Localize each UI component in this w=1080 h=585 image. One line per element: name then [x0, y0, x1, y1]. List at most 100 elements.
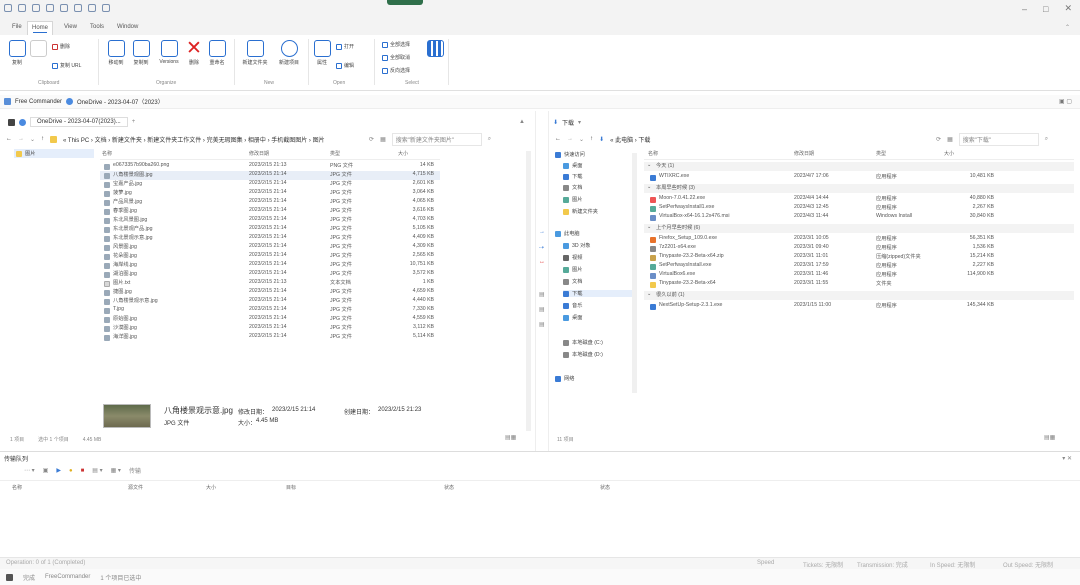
menu-tools[interactable]: Tools: [90, 24, 104, 30]
group-header[interactable]: ⌄ 本周早些时候 (3): [644, 184, 1074, 193]
col-date[interactable]: 修改日期: [249, 150, 269, 157]
tree-item[interactable]: 桌面: [563, 162, 582, 169]
partial-select-button[interactable]: [426, 40, 444, 59]
view-options-icon[interactable]: ▦: [947, 136, 953, 143]
right-tree-scrollbar[interactable]: [632, 153, 637, 393]
tree-item[interactable]: 快速访问: [555, 151, 585, 158]
menu-home[interactable]: Home: [27, 21, 53, 35]
right-breadcrumb[interactable]: « 此电脑 › 下载: [610, 135, 930, 144]
open-button[interactable]: 打开: [336, 43, 354, 50]
tree-item[interactable]: 此电脑: [555, 230, 580, 237]
versions-button[interactable]: Versions: [156, 40, 182, 65]
paste-icon[interactable]: [46, 4, 54, 12]
copy-right-icon[interactable]: →: [539, 229, 545, 235]
queue-col-progress[interactable]: 状态: [600, 484, 610, 491]
new-tab-icon[interactable]: +: [132, 119, 136, 125]
tree-item[interactable]: 下载: [563, 290, 635, 297]
details-view-icon[interactable]: ▤▦: [1044, 434, 1055, 441]
col-size[interactable]: 大小: [398, 150, 408, 157]
queue-options-icon[interactable]: ▤ ▾: [92, 467, 102, 474]
paste-button[interactable]: [30, 40, 47, 59]
table-row[interactable]: 海岸线.jpg 2023/2/15 21:14 JPG 文件 10,751 KB: [100, 261, 440, 270]
left-tab[interactable]: OneDrive - 2023-04-07(2023)...: [30, 117, 128, 127]
table-row[interactable]: Firefox_Setup_109.0.exe 2023/3/1 10:05 应用程…: [644, 235, 1074, 244]
table-row[interactable]: 东北景观示意.jpg 2023/2/15 21:14 JPG 文件 4,409 KB: [100, 234, 440, 243]
edit-button[interactable]: 编辑: [336, 62, 354, 69]
copy-button[interactable]: 复制: [6, 40, 28, 66]
col-size[interactable]: 大小: [944, 150, 954, 157]
table-row[interactable]: T.jpg 2023/2/15 21:14 JPG 文件 7,330 KB: [100, 306, 440, 315]
queue-col-status[interactable]: 状态: [444, 484, 454, 491]
table-row[interactable]: 东北景观产品.jpg 2023/2/15 21:14 JPG 文件 5,105 KB: [100, 225, 440, 234]
table-row[interactable]: 湖泊图.jpg 2023/2/15 21:14 JPG 文件 3,572 KB: [100, 270, 440, 279]
rename-button[interactable]: 重命名: [206, 40, 228, 66]
filter-icon[interactable]: ▤: [539, 321, 545, 328]
queue-close-icon[interactable]: ▾ ✕: [1062, 455, 1072, 462]
tree-item[interactable]: 音乐: [563, 302, 582, 309]
maximize-icon[interactable]: □: [1043, 4, 1048, 14]
queue-col-size[interactable]: 大小: [206, 484, 216, 491]
expand-icon[interactable]: ⌄: [647, 224, 651, 230]
refresh-icon[interactable]: ⟳: [936, 136, 941, 143]
table-row[interactable]: 东北风景图.jpg 2023/2/15 21:14 JPG 文件 4,703 KB: [100, 216, 440, 225]
new-icon[interactable]: [4, 4, 12, 12]
undo-icon[interactable]: [74, 4, 82, 12]
help-icon[interactable]: [102, 4, 110, 12]
tree-item[interactable]: 图片: [563, 266, 582, 273]
expand-icon[interactable]: ⌄: [647, 162, 651, 168]
queue-open-icon[interactable]: ▣: [43, 467, 49, 474]
table-row[interactable]: NextSetUp-Setup-2.3.1.exe 2023/1/15 11:00…: [644, 302, 1074, 311]
group-header[interactable]: ⌄ 今天 (1): [644, 162, 1074, 171]
view-options-icon[interactable]: ▦: [380, 136, 386, 143]
up-icon[interactable]: ↑: [590, 136, 593, 142]
table-row[interactable]: Tinypaste-23.2-Beta-x64.zip 2023/3/1 11:0…: [644, 253, 1074, 262]
left-breadcrumb[interactable]: « This PC › 文档 › 新建文件夹 › 新建文件夹工作文件 › 完美无…: [63, 135, 363, 144]
queue-col-name[interactable]: 名称: [12, 484, 22, 491]
back-icon[interactable]: ←: [555, 136, 561, 142]
queue-col-target[interactable]: 目标: [286, 484, 296, 491]
left-search-input[interactable]: 搜索"新建文件夹图片": [391, 132, 482, 146]
queue-run-icon[interactable]: ▶: [56, 467, 61, 474]
table-row[interactable]: 八角楼景观示意.jpg 2023/2/15 21:14 JPG 文件 4,440 KB: [100, 297, 440, 306]
queue-col-source[interactable]: 源文件: [128, 484, 143, 491]
minimize-icon[interactable]: –: [1022, 4, 1027, 14]
history-icon[interactable]: ⌄: [579, 136, 584, 143]
table-row[interactable]: e0673357b90ba260.png 2023/2/15 21:13 PNG 文…: [100, 162, 440, 171]
table-row[interactable]: WTIXRC.exe 2023/4/7 17:06 应用程序 10,481 KB: [644, 173, 1074, 182]
cloud-location[interactable]: OneDrive - 2023-04-07（2023）: [77, 97, 164, 106]
copy-to-button[interactable]: 复制到: [130, 40, 152, 66]
table-row[interactable]: 沙漠图.jpg 2023/2/15 21:14 JPG 文件 3,112 KB: [100, 324, 440, 333]
table-row[interactable]: Tinypaste-23.2-Beta-x64 2023/3/1 11:55 文件夹: [644, 280, 1074, 289]
settings-icon[interactable]: [88, 4, 96, 12]
search-icon[interactable]: ⌕: [1045, 136, 1048, 143]
col-name[interactable]: 名称: [648, 150, 658, 157]
table-row[interactable]: 原始图.jpg 2023/2/15 21:14 JPG 文件 4,559 KB: [100, 315, 440, 324]
tree-item[interactable]: 本地磁盘 (D:): [563, 351, 603, 358]
queue-transfer-label[interactable]: 传输: [129, 466, 141, 475]
table-row[interactable]: 产品风景.jpg 2023/2/15 21:14 JPG 文件 4,065 KB: [100, 198, 440, 207]
table-row[interactable]: 花朵图.jpg 2023/2/15 21:14 JPG 文件 2,565 KB: [100, 252, 440, 261]
table-row[interactable]: 宝嘉产品.jpg 2023/2/15 21:14 JPG 文件 2,601 KB: [100, 180, 440, 189]
menu-view[interactable]: View: [64, 24, 77, 30]
right-tab[interactable]: 下载: [562, 118, 574, 127]
copy-icon[interactable]: [32, 4, 40, 12]
new-item-button[interactable]: 新建项目: [274, 40, 304, 66]
queue-pause-icon[interactable]: ●: [69, 468, 73, 474]
col-date[interactable]: 修改日期: [794, 150, 814, 157]
queue-transfer-icon[interactable]: ▦ ▾: [111, 467, 121, 474]
tree-item[interactable]: 视频: [563, 254, 582, 261]
table-row[interactable]: 菠萝.jpg 2023/2/15 21:14 JPG 文件 3,064 KB: [100, 189, 440, 198]
col-name[interactable]: 名称: [102, 150, 112, 157]
tree-item[interactable]: 网络: [555, 375, 574, 382]
col-type[interactable]: 类型: [330, 150, 340, 157]
table-row[interactable]: 图片.txt 2023/2/15 21:13 文本文档 1 KB: [100, 279, 440, 288]
table-row[interactable]: SetPerfwaysInstall.exe 2023/3/1 17:59 应用程序…: [644, 262, 1074, 271]
tree-item[interactable]: 3D 对象: [563, 242, 590, 249]
right-search-input[interactable]: 搜索"下载": [958, 132, 1039, 146]
forward-icon[interactable]: →: [18, 136, 24, 142]
delete-small-button[interactable]: 删除: [52, 43, 70, 50]
tree-item[interactable]: 本地磁盘 (C:): [563, 339, 603, 346]
table-row[interactable]: SetPerfwaysInstall1.exe 2023/4/3 12:45 应用程…: [644, 204, 1074, 213]
move-right-icon[interactable]: ⇢: [539, 244, 544, 251]
table-row[interactable]: 7z2201-x64.exe 2023/3/1 09:40 应用程序 1,536 KB: [644, 244, 1074, 253]
